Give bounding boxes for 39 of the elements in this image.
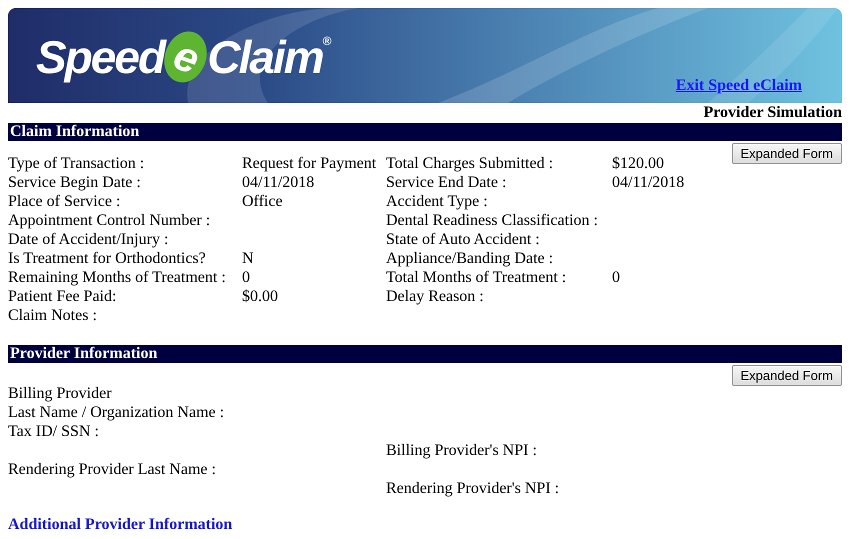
field-text: Rendering Provider Last Name : [8, 460, 216, 479]
field-text: State of Auto Accident : [386, 230, 540, 249]
section-header: Claim Information [8, 123, 842, 141]
field-text: Service Begin Date : [8, 173, 141, 192]
logo: Speed e Claim® [36, 30, 330, 84]
field-text: $0.00 [242, 287, 278, 306]
field-text: Appliance/Banding Date : [386, 249, 554, 268]
mode-label: Provider Simulation [702, 103, 842, 123]
field-text: Total Charges Submitted : [386, 154, 554, 173]
field-text: Rendering Provider's NPI : [386, 479, 560, 498]
field-text: 04/11/2018 [242, 173, 314, 192]
field-text: Claim Notes : [8, 306, 97, 325]
field-text: Dental Readiness Classification : [386, 211, 598, 230]
field-text: Delay Reason : [386, 287, 484, 306]
field-text: Place of Service : [8, 192, 120, 211]
field-text: Service End Date : [386, 173, 506, 192]
field-text: 0 [612, 268, 620, 287]
field-text: Patient Fee Paid: [8, 287, 116, 306]
field-text: Date of Accident/Injury : [8, 230, 168, 249]
field-text: Tax ID/ SSN : [8, 422, 99, 441]
field-text: $120.00 [612, 154, 664, 173]
field-text: Billing Provider [8, 384, 112, 403]
expanded-form-button[interactable]: Expanded Form [732, 365, 842, 386]
field-text: 04/11/2018 [612, 173, 684, 192]
field-text: Appointment Control Number : [8, 211, 210, 230]
field-text: Is Treatment for Orthodontics? [8, 249, 206, 268]
field-text: 0 [242, 268, 250, 287]
additional-provider-link[interactable]: Additional Provider Information [8, 516, 842, 534]
expanded-form-button[interactable]: Expanded Form [732, 143, 842, 164]
section-header: Provider Information [8, 345, 842, 363]
field-text: Accident Type : [386, 192, 488, 211]
field-text: Request for Payment [242, 154, 376, 173]
field-text: Type of Transaction : [8, 154, 144, 173]
field-text: Office [242, 192, 283, 211]
field-text: N [242, 249, 254, 268]
field-text: Remaining Months of Treatment : [8, 268, 226, 287]
field-text: Total Months of Treatment : [386, 268, 566, 287]
field-text: Billing Provider's NPI : [386, 441, 537, 460]
field-text: Last Name / Organization Name : [8, 403, 224, 422]
